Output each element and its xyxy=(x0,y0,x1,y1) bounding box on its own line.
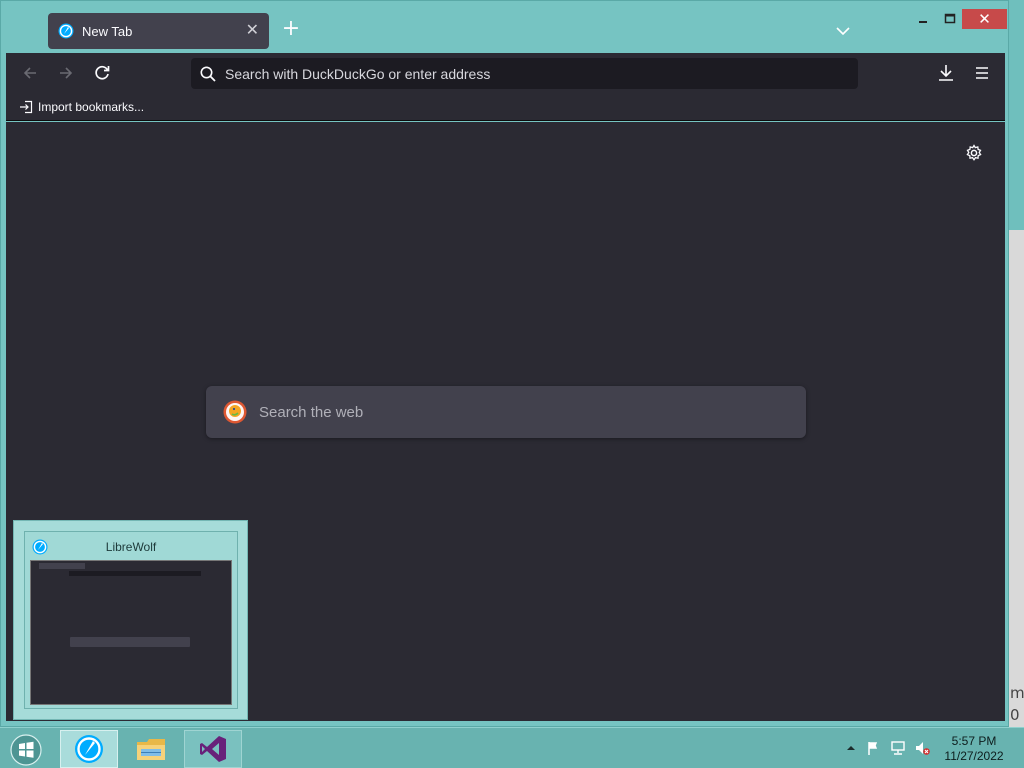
taskbar-thumbnail-preview[interactable]: LibreWolf xyxy=(13,520,248,720)
flag-icon[interactable] xyxy=(866,740,882,756)
clock-time: 5:57 PM xyxy=(951,734,997,748)
tray-arrow-icon[interactable] xyxy=(843,740,859,756)
preview-title: LibreWolf xyxy=(105,540,157,554)
clock[interactable]: 5:57 PM 11/27/2022 xyxy=(936,734,1012,764)
thumbnail-tab xyxy=(39,563,85,569)
thumbnail-urlbar xyxy=(69,571,201,576)
new-tab-button[interactable]: + xyxy=(280,18,302,41)
taskbar-librewolf[interactable] xyxy=(60,730,118,768)
url-bar[interactable] xyxy=(191,58,858,89)
desktop-peek-text: m xyxy=(1010,684,1024,702)
volume-muted-icon[interactable] xyxy=(914,740,930,756)
tab-title: New Tab xyxy=(82,23,133,39)
url-input[interactable] xyxy=(225,65,858,82)
taskbar: 5:57 PM 11/27/2022 xyxy=(0,727,1024,768)
thumbnail-frame: LibreWolf xyxy=(24,531,238,709)
thumbnail-searchbox xyxy=(70,637,190,647)
tab-new-tab[interactable]: New Tab ✕ xyxy=(48,13,269,49)
window-thumbnail xyxy=(30,560,232,705)
nav-toolbar xyxy=(6,53,1005,93)
tab-close-button[interactable]: ✕ xyxy=(246,23,259,39)
librewolf-icon xyxy=(58,23,74,39)
reload-icon[interactable] xyxy=(90,61,114,85)
file-explorer-icon xyxy=(137,739,165,760)
tab-bar: New Tab ✕ + ✕ xyxy=(1,1,1008,53)
download-icon[interactable] xyxy=(934,61,958,85)
clock-date: 11/27/2022 xyxy=(944,749,1004,763)
back-arrow-icon[interactable] xyxy=(18,61,42,85)
bookmarks-toolbar: Import bookmarks... xyxy=(6,93,1005,121)
duckduckgo-icon xyxy=(223,400,247,424)
visual-studio-icon xyxy=(200,736,226,762)
taskbar-visual-studio[interactable] xyxy=(184,730,242,768)
maximize-icon[interactable] xyxy=(937,9,963,29)
close-window-button[interactable]: ✕ xyxy=(962,9,1007,29)
gear-icon[interactable] xyxy=(964,143,984,163)
network-icon[interactable] xyxy=(890,740,906,756)
windows-start-icon[interactable] xyxy=(10,734,42,766)
import-icon xyxy=(20,100,33,113)
forward-arrow-icon[interactable] xyxy=(54,61,78,85)
menu-icon[interactable] xyxy=(970,61,994,85)
web-search-box[interactable] xyxy=(206,386,806,438)
import-bookmarks-link[interactable]: Import bookmarks... xyxy=(38,100,144,114)
librewolf-icon xyxy=(75,735,103,763)
minimize-icon[interactable] xyxy=(910,9,936,29)
search-icon xyxy=(200,66,216,82)
chevron-down-icon[interactable] xyxy=(833,21,853,41)
taskbar-file-explorer[interactable] xyxy=(122,730,180,768)
desktop-peek-text: 0 xyxy=(1010,706,1020,724)
web-search-input[interactable] xyxy=(259,403,806,421)
